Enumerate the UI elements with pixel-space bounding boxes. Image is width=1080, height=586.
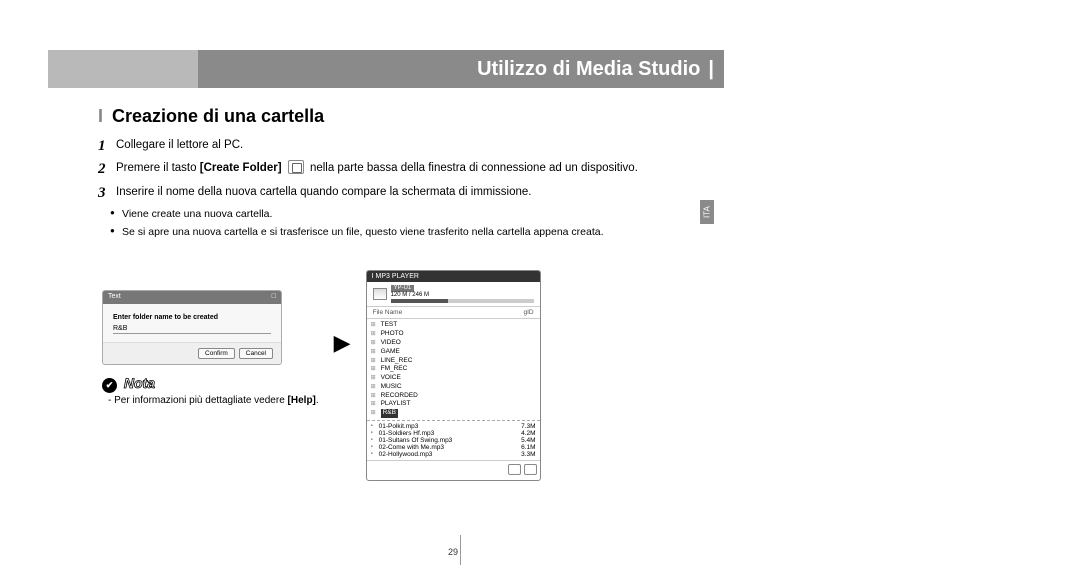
file-row[interactable]: 01-Sultans Of Swing.mp35.4M [371,437,536,444]
device-icon [373,288,387,300]
step-2-post: nella parte bassa della finestra di conn… [310,162,638,174]
folder-tree: TEST PHOTO VIDEO GAME LINE_REC FM_REC VO… [367,319,540,419]
step-1: 1 Collegare il lettore al PC. [98,137,668,154]
file-row[interactable]: 01-Soldiers Hf.mp34.2M [371,430,536,437]
page-number: 29 [448,547,458,557]
device-model: YP-U1 [391,285,415,292]
note-text-pre: - Per informazioni più dettagliate veder… [108,395,288,406]
cancel-button[interactable]: Cancel [239,348,273,359]
tree-node-selected[interactable]: R&B [371,409,536,418]
device-capacity: 120 M / 246 M [391,292,429,298]
step-2-num: 2 [98,158,106,181]
folder-name-input[interactable] [113,324,271,334]
note-text-bold: [Help] [288,395,316,406]
note-block: ✔ Nota - Per informazioni più dettagliat… [102,375,319,406]
step-1-text: Collegare il lettore al PC. [116,139,243,151]
header-bar: Utilizzo di Media Studio | [48,50,728,88]
step-2-pre: Premere il tasto [116,162,200,174]
col-id: gID [523,309,533,316]
arrow-right-icon: ▶ [334,330,351,356]
step-3-text: Inserire il nome della nuova cartella qu… [116,186,531,198]
dialog-titlebar: Text □ [103,291,281,304]
language-tab: ITA [700,200,714,224]
file-row[interactable]: 02-Hollywood.mp33.3M [371,451,536,458]
dialog-title: Text [108,293,121,302]
capacity-bar [391,299,534,303]
page-rule [460,535,461,565]
bullet-2: Se si apre una nuova cartella e si trasf… [122,225,668,241]
note-text-post: . [316,395,319,406]
tree-node[interactable]: VIDEO [371,339,536,348]
step-3-bullets: Viene create una nuova cartella. Se si a… [98,207,668,241]
header-title: Utilizzo di Media Studio | [198,50,728,88]
footer-delete-icon[interactable] [524,464,537,475]
tree-node[interactable]: PHOTO [371,330,536,339]
tree-node[interactable]: VOICE [371,374,536,383]
bullet-1: Viene create una nuova cartella. [122,207,668,223]
step-1-num: 1 [98,135,106,158]
dialog-label: Enter folder name to be created [113,314,271,321]
section-bar: I [98,106,103,126]
note-heading: ✔ Nota [102,375,319,393]
step-3-num: 3 [98,182,106,205]
create-folder-dialog: Text □ Enter folder name to be created C… [102,290,282,365]
header-title-text: Utilizzo di Media Studio [477,58,700,81]
tree-node[interactable]: LINE_REC [371,357,536,366]
file-list: 01-Polkit.mp37.3M 01-Soldiers Hf.mp34.2M… [367,420,540,460]
col-filename: File Name [373,309,403,316]
confirm-button[interactable]: Confirm [198,348,235,359]
step-3: 3 Inserire il nome della nuova cartella … [98,184,668,201]
device-area: YP-U1 120 M / 246 M [367,282,540,306]
dialog-close-icon[interactable]: □ [272,293,276,302]
mp3-player-panel: I MP3 PLAYER YP-U1 120 M / 246 M File Na… [366,270,541,481]
file-row[interactable]: 01-Polkit.mp37.3M [371,423,536,430]
note-text: - Per informazioni più dettagliate veder… [102,395,319,406]
create-folder-icon [288,160,304,174]
step-2-bold: [Create Folder] [200,162,282,174]
column-headers: File Name gID [367,306,540,319]
note-check-icon: ✔ [102,378,117,393]
section-heading: I Creazione di una cartella [98,106,668,127]
tree-node[interactable]: PLAYLIST [371,400,536,409]
footer-create-folder-icon[interactable] [508,464,521,475]
file-row[interactable]: 02-Come with Me.mp36.1M [371,444,536,451]
player-footer [367,460,540,480]
tree-node[interactable]: FM_REC [371,365,536,374]
tree-node[interactable]: MUSIC [371,383,536,392]
section-heading-text: Creazione di una cartella [112,106,324,126]
tree-node[interactable]: RECORDED [371,392,536,401]
header-left-block [48,50,198,88]
player-title: I MP3 PLAYER [367,271,540,282]
tree-node[interactable]: TEST [371,321,536,330]
step-2: 2 Premere il tasto [Create Folder] nella… [98,160,668,177]
note-label: Nota [124,375,155,391]
tree-node[interactable]: GAME [371,348,536,357]
header-divider: | [708,58,714,81]
